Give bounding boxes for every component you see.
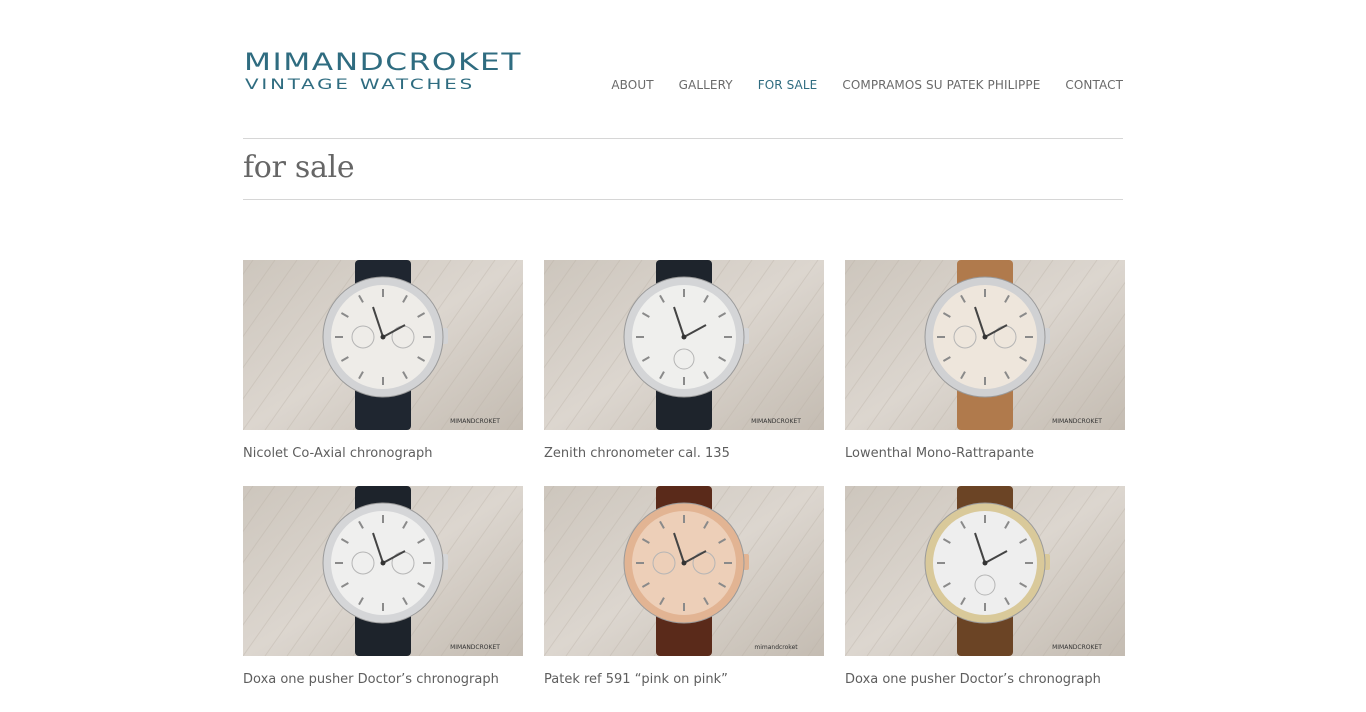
hand-pivot <box>380 560 386 566</box>
watch-photo: MIMANDCROKET <box>544 260 824 430</box>
watch-photo: MIMANDCROKET <box>845 486 1125 656</box>
watch-image[interactable]: MIMANDCROKET <box>243 486 523 656</box>
watch-photo: MIMANDCROKET <box>243 260 523 430</box>
watermark-text: MIMANDCROKET <box>1052 644 1102 651</box>
nav-about[interactable]: ABOUT <box>611 78 653 92</box>
logo-line2: VINTAGE WATCHES <box>245 77 475 93</box>
hand-pivot <box>982 560 988 566</box>
page-title: for sale <box>243 150 355 185</box>
watch-title[interactable]: Doxa one pusher Doctor’s chronograph <box>243 672 523 687</box>
watch-card[interactable]: MIMANDCROKET Nicolet Co-Axial chronograp… <box>243 260 523 486</box>
watch-image[interactable]: mimandcroket <box>544 486 824 656</box>
watch-title[interactable]: Lowenthal Mono-Rattrapante <box>845 446 1125 461</box>
watch-photo: mimandcroket <box>544 486 824 656</box>
watch-grid: MIMANDCROKET Nicolet Co-Axial chronograp… <box>243 260 1125 712</box>
watch-image[interactable]: MIMANDCROKET <box>243 260 523 430</box>
watch-image[interactable]: MIMANDCROKET <box>544 260 824 430</box>
nav-contact[interactable]: CONTACT <box>1065 78 1123 92</box>
watch-photo: MIMANDCROKET <box>243 486 523 656</box>
watch-title[interactable]: Patek ref 591 “pink on pink” <box>544 672 824 687</box>
hand-pivot <box>982 334 988 340</box>
nav-for-sale[interactable]: FOR SALE <box>758 78 818 92</box>
watermark-text: MIMANDCROKET <box>751 418 801 425</box>
hand-pivot <box>681 334 687 340</box>
logo-graphic: MIMANDCROKET VINTAGE WATCHES <box>244 48 522 93</box>
title-divider-top <box>243 138 1123 139</box>
watch-card[interactable]: MIMANDCROKET Zenith chronometer cal. 135 <box>544 260 824 486</box>
hand-pivot <box>681 560 687 566</box>
watch-card[interactable]: MIMANDCROKET Doxa one pusher Doctor’s ch… <box>845 486 1125 712</box>
watch-card[interactable]: MIMANDCROKET Lowenthal Mono-Rattrapante <box>845 260 1125 486</box>
watermark-text: mimandcroket <box>754 644 798 651</box>
watermark-text: MIMANDCROKET <box>1052 418 1102 425</box>
watch-image[interactable]: MIMANDCROKET <box>845 260 1125 430</box>
nav-compramos[interactable]: COMPRAMOS SU PATEK PHILIPPE <box>842 78 1040 92</box>
watch-card[interactable]: mimandcroket Patek ref 591 “pink on pink… <box>544 486 824 712</box>
watch-title[interactable]: Nicolet Co-Axial chronograph <box>243 446 523 461</box>
watch-photo: MIMANDCROKET <box>845 260 1125 430</box>
title-divider-bottom <box>243 199 1123 200</box>
watch-card[interactable]: MIMANDCROKET Doxa one pusher Doctor’s ch… <box>243 486 523 712</box>
watch-title[interactable]: Doxa one pusher Doctor’s chronograph <box>845 672 1125 687</box>
watermark-text: MIMANDCROKET <box>450 418 500 425</box>
logo-line1: MIMANDCROKET <box>244 48 522 76</box>
hand-pivot <box>380 334 386 340</box>
watermark-text: MIMANDCROKET <box>450 644 500 651</box>
watch-image[interactable]: MIMANDCROKET <box>845 486 1125 656</box>
main-nav: ABOUT GALLERY FOR SALE COMPRAMOS SU PATE… <box>611 78 1123 92</box>
site-logo[interactable]: MIMANDCROKET VINTAGE WATCHES <box>243 48 525 94</box>
nav-gallery[interactable]: GALLERY <box>679 78 733 92</box>
watch-title[interactable]: Zenith chronometer cal. 135 <box>544 446 824 461</box>
